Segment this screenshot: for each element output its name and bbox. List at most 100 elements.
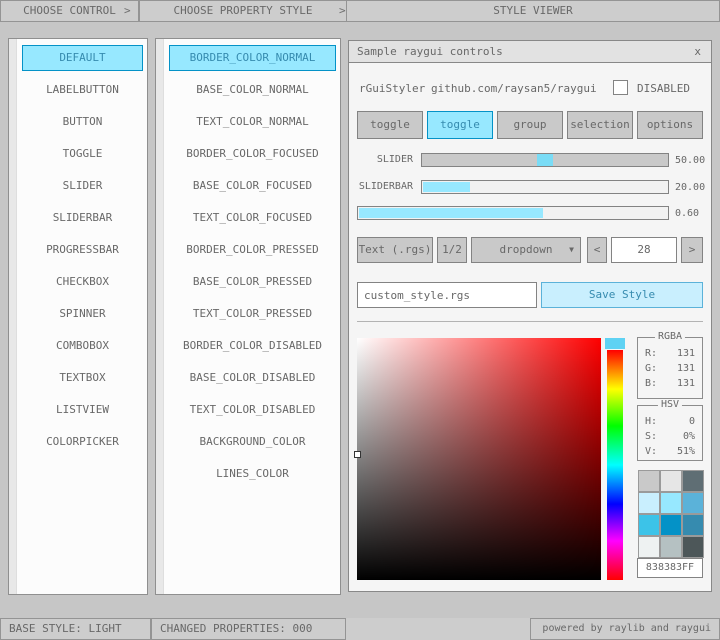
control-item-labelbutton[interactable]: LABELBUTTON — [22, 77, 143, 103]
toggle-button-1[interactable]: toggle — [357, 111, 423, 139]
palette-swatch-4[interactable] — [661, 493, 681, 513]
rgba-b-value: 131 — [677, 376, 695, 391]
property-item-text_color_focused[interactable]: TEXT_COLOR_FOCUSED — [169, 205, 336, 231]
rgba-row-g: G: 131 — [638, 361, 702, 376]
status-bar: BASE STYLE: LIGHT CHANGED PROPERTIES: 00… — [0, 618, 720, 640]
palette-swatch-6[interactable] — [639, 515, 659, 535]
save-style-button[interactable]: Save Style — [541, 282, 703, 308]
sliderbar-label: SLIDERBAR — [351, 180, 413, 194]
slider-handle[interactable] — [537, 154, 553, 166]
hsv-row-s: S: 0% — [638, 429, 702, 444]
property-item-text_color_disabled[interactable]: TEXT_COLOR_DISABLED — [169, 397, 336, 423]
hsv-rows: H: 0 S: 0% V: 51% — [638, 406, 702, 459]
slider-label: SLIDER — [351, 153, 413, 167]
progressbar-fill — [359, 208, 543, 218]
property-item-base_color_pressed[interactable]: BASE_COLOR_PRESSED — [169, 269, 336, 295]
control-item-spinner[interactable]: SPINNER — [22, 301, 143, 327]
property-item-base_color_normal[interactable]: BASE_COLOR_NORMAL — [169, 77, 336, 103]
slider[interactable] — [421, 153, 669, 167]
spinner-decrement-button[interactable]: < — [587, 237, 607, 263]
hsv-v-value: 51% — [677, 444, 695, 459]
palette-swatch-11[interactable] — [683, 537, 703, 557]
step-choose-property-style: CHOOSE PROPERTY STYLE — [139, 0, 347, 22]
control-item-checkbox[interactable]: CHECKBOX — [22, 269, 143, 295]
control-item-colorpicker[interactable]: COLORPICKER — [22, 429, 143, 455]
palette-swatch-0[interactable] — [639, 471, 659, 491]
options-button[interactable]: options — [637, 111, 703, 139]
control-item-textbox[interactable]: TEXTBOX — [22, 365, 143, 391]
control-item-slider[interactable]: SLIDER — [22, 173, 143, 199]
control-item-combobox[interactable]: COMBOBOX — [22, 333, 143, 359]
property-item-lines_color[interactable]: LINES_COLOR — [169, 461, 336, 487]
group-button[interactable]: group — [497, 111, 563, 139]
palette-swatch-7[interactable] — [661, 515, 681, 535]
rgba-b-label: B: — [645, 376, 657, 391]
palette-swatch-10[interactable] — [661, 537, 681, 557]
property-item-background_color[interactable]: BACKGROUND_COLOR — [169, 429, 336, 455]
hue-bar[interactable] — [607, 350, 623, 580]
spinner-value-box[interactable]: 28 — [611, 237, 677, 263]
spinner-increment-button[interactable]: > — [681, 237, 703, 263]
disabled-checkbox[interactable] — [613, 80, 628, 95]
window-body: rGuiStyler github.com/raysan5/raygui DIS… — [349, 63, 711, 591]
rgba-row-b: B: 131 — [638, 376, 702, 391]
rgba-g-value: 131 — [677, 361, 695, 376]
close-icon[interactable]: x — [692, 45, 703, 58]
step-style-viewer-label: STYLE VIEWER — [493, 4, 572, 17]
property-item-base_color_focused[interactable]: BASE_COLOR_FOCUSED — [169, 173, 336, 199]
toggle-button-2-active[interactable]: toggle — [427, 111, 493, 139]
chevron-right-icon: > — [339, 0, 346, 22]
property-item-border_color_normal[interactable]: BORDER_COLOR_NORMAL — [169, 45, 336, 71]
divider — [357, 321, 703, 322]
hsv-groupbox: HSV H: 0 S: 0% V: 51% — [637, 405, 703, 461]
color-picker-area[interactable] — [357, 338, 601, 580]
slider-value: 50.00 — [675, 154, 705, 168]
chevron-down-icon: ▼ — [569, 238, 574, 262]
color-picker-marker[interactable] — [354, 451, 361, 458]
window-titlebar[interactable]: Sample raygui controls x — [349, 41, 711, 63]
hex-value-box[interactable]: 838383FF — [637, 558, 703, 578]
palette-swatch-5[interactable] — [683, 493, 703, 513]
property-item-base_color_disabled[interactable]: BASE_COLOR_DISABLED — [169, 365, 336, 391]
half-button[interactable]: 1/2 — [437, 237, 467, 263]
control-item-button[interactable]: BUTTON — [22, 109, 143, 135]
progressbar-value: 0.60 — [675, 207, 699, 221]
sliderbar[interactable] — [421, 180, 669, 194]
status-powered-by-label: powered by raylib and raygui — [542, 623, 711, 634]
property-item-text_color_pressed[interactable]: TEXT_COLOR_PRESSED — [169, 301, 336, 327]
text-rgs-button[interactable]: Text (.rgs) — [357, 237, 433, 263]
property-item-border_color_pressed[interactable]: BORDER_COLOR_PRESSED — [169, 237, 336, 263]
status-powered-by: powered by raylib and raygui — [530, 618, 720, 640]
hue-handle[interactable] — [605, 338, 625, 349]
properties-panel: BORDER_COLOR_NORMAL BASE_COLOR_NORMAL TEXT… — [155, 38, 341, 595]
palette-swatch-9[interactable] — [639, 537, 659, 557]
hsv-s-value: 0% — [683, 429, 695, 444]
property-item-text_color_normal[interactable]: TEXT_COLOR_NORMAL — [169, 109, 336, 135]
palette-swatch-8[interactable] — [683, 515, 703, 535]
palette-swatch-1[interactable] — [661, 471, 681, 491]
rgba-g-label: G: — [645, 361, 657, 376]
controls-scrollbar[interactable] — [9, 39, 17, 594]
rgba-r-label: R: — [645, 346, 657, 361]
rgba-row-r: R: 131 — [638, 346, 702, 361]
status-changed-properties: CHANGED PROPERTIES: 000 — [151, 618, 346, 640]
selection-button[interactable]: selection — [567, 111, 633, 139]
sliderbar-value: 20.00 — [675, 181, 705, 195]
control-item-listview[interactable]: LISTVIEW — [22, 397, 143, 423]
controls-panel: DEFAULT LABELBUTTON BUTTON TOGGLE SLIDER SLID… — [8, 38, 148, 595]
status-base-style-label: BASE STYLE: LIGHT — [9, 622, 122, 635]
properties-scrollbar[interactable] — [156, 39, 164, 594]
property-item-border_color_focused[interactable]: BORDER_COLOR_FOCUSED — [169, 141, 336, 167]
control-item-default[interactable]: DEFAULT — [22, 45, 143, 71]
control-item-sliderbar[interactable]: SLIDERBAR — [22, 205, 143, 231]
filename-input[interactable] — [357, 282, 537, 308]
palette-swatch-3[interactable] — [639, 493, 659, 513]
property-item-border_color_disabled[interactable]: BORDER_COLOR_DISABLED — [169, 333, 336, 359]
disabled-label: DISABLED — [637, 82, 690, 96]
palette-swatch-2[interactable] — [683, 471, 703, 491]
dropdown[interactable]: dropdown ▼ — [471, 237, 581, 263]
rgba-r-value: 131 — [677, 346, 695, 361]
control-item-progressbar[interactable]: PROGRESSBAR — [22, 237, 143, 263]
control-item-toggle[interactable]: TOGGLE — [22, 141, 143, 167]
rgba-rows: R: 131 G: 131 B: 131 — [638, 338, 702, 391]
